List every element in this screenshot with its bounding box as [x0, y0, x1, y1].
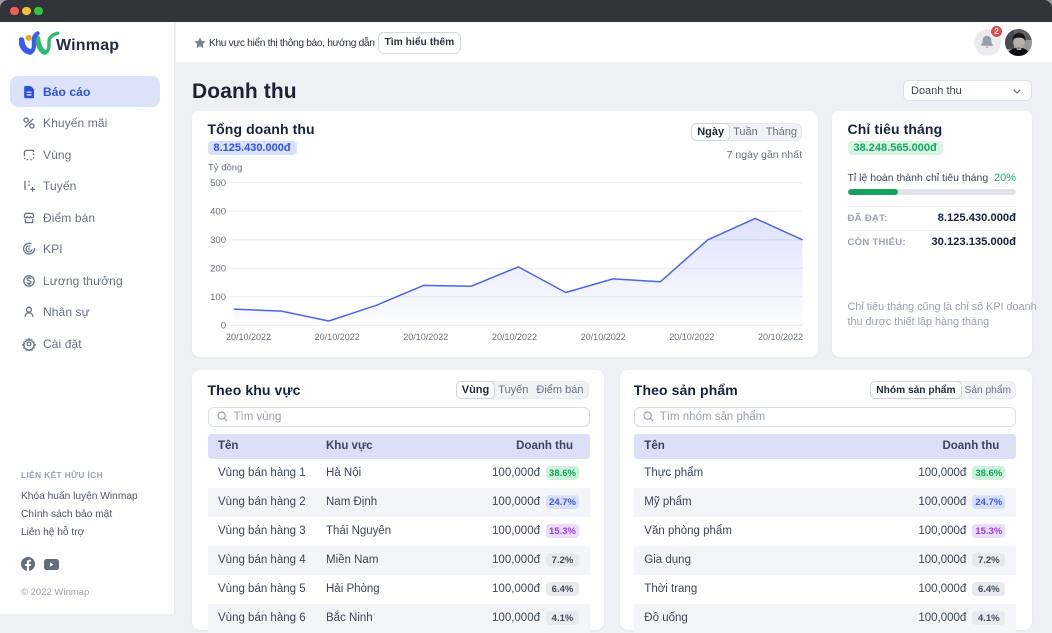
svg-text:300: 300: [210, 235, 226, 246]
svg-text:20/10/2022: 20/10/2022: [669, 332, 714, 342]
svg-text:20/10/2022: 20/10/2022: [491, 332, 536, 342]
svg-text:0: 0: [220, 321, 225, 332]
svg-text:500: 500: [210, 178, 226, 189]
svg-text:20/10/2022: 20/10/2022: [757, 332, 802, 342]
svg-text:Tỷ đồng: Tỷ đồng: [208, 163, 242, 174]
svg-text:20/10/2022: 20/10/2022: [580, 332, 625, 342]
svg-text:20/10/2022: 20/10/2022: [403, 332, 448, 342]
svg-text:20/10/2022: 20/10/2022: [314, 332, 359, 342]
svg-text:200: 200: [210, 264, 226, 275]
svg-text:100: 100: [210, 292, 226, 303]
svg-text:400: 400: [210, 207, 226, 218]
svg-text:20/10/2022: 20/10/2022: [225, 332, 270, 342]
